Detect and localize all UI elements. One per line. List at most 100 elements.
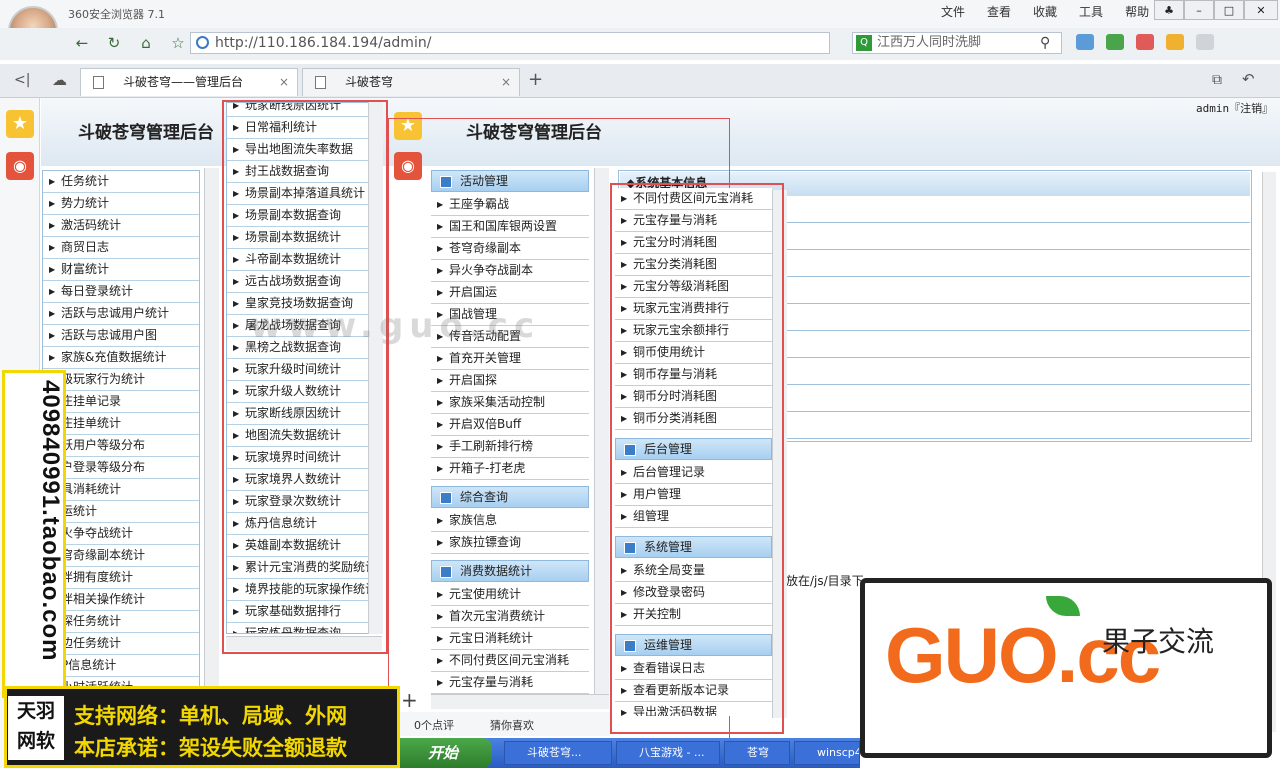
like-link[interactable]: 猜你喜欢: [490, 717, 534, 733]
menu-item[interactable]: 手工刷新排行榜: [431, 436, 589, 458]
menu-item[interactable]: 王座争霸战: [431, 194, 589, 216]
menu-item[interactable]: 跃用户等级分布: [43, 435, 199, 457]
menu-item[interactable]: 具消耗统计: [43, 479, 199, 501]
promo-line-2: 本店承诺：架设失败全额退款: [74, 736, 347, 760]
menu-item[interactable]: 家族采集活动控制: [431, 392, 589, 414]
shield-icon[interactable]: [1106, 34, 1124, 50]
promo-logo: 天羽网软: [8, 696, 64, 760]
home-icon[interactable]: ⌂: [134, 32, 158, 54]
menu-item[interactable]: 激活码统计: [43, 215, 199, 237]
menu-item[interactable]: 庄挂单记录: [43, 391, 199, 413]
undo-icon[interactable]: ↶: [1242, 70, 1255, 88]
tab-scroll-left-icon[interactable]: <|: [14, 72, 30, 88]
comments-count[interactable]: 0个点评: [414, 717, 454, 733]
taskbar-item[interactable]: winscp43...: [794, 741, 860, 765]
status-bar: 0个点评 猜你喜欢: [400, 712, 610, 736]
activity-menu-scrollbar[interactable]: [594, 168, 609, 694]
menu-item[interactable]: 首次元宝消费统计: [431, 606, 589, 628]
scissors-icon[interactable]: [1196, 34, 1214, 50]
admin-logout-link[interactable]: admin『注销』: [1196, 100, 1273, 116]
skin-icon[interactable]: ♣: [1154, 0, 1184, 20]
app-title: 360安全浏览器 7.1: [68, 8, 165, 21]
activity-menu: 活动管理王座争霸战国王和国库银两设置苍穹奇缘副本异火争夺战副本开启国运国战管理传…: [431, 170, 589, 694]
category-header[interactable]: 综合查询: [431, 486, 589, 508]
tab-label: 斗破苍穹——管理后台: [123, 75, 244, 89]
highlight-box-3: [610, 183, 784, 734]
menu-item[interactable]: 家族信息: [431, 510, 589, 532]
start-button[interactable]: 开始: [400, 738, 492, 768]
minimize-button[interactable]: –: [1184, 0, 1214, 20]
menu-item[interactable]: 户登录等级分布: [43, 457, 199, 479]
page-icon: [93, 76, 104, 89]
menu-item[interactable]: 伴拥有度统计: [43, 567, 199, 589]
menu-item[interactable]: 家族&充值数据统计: [43, 347, 199, 369]
weibo-icon[interactable]: ◉: [6, 152, 34, 180]
search-engine-icon[interactable]: Q: [856, 35, 872, 51]
tab-admin[interactable]: 斗破苍穹——管理后台 ×: [80, 68, 298, 96]
menu-item[interactable]: 每日登录统计: [43, 281, 199, 303]
close-icon[interactable]: ×: [501, 69, 511, 95]
nav-buttons: ← ↻ ⌂ ☆: [70, 32, 190, 54]
category-header[interactable]: 消费数据统计: [431, 560, 589, 582]
menu-item[interactable]: 首充开关管理: [431, 348, 589, 370]
menu-item[interactable]: 活跃与忠诚用户图: [43, 325, 199, 347]
menu-item[interactable]: 苍穹奇缘副本: [431, 238, 589, 260]
menu-item[interactable]: 火争夺战统计: [43, 523, 199, 545]
search-icon[interactable]: ⚲: [1040, 35, 1050, 51]
menu-item[interactable]: 家族拉镖查询: [431, 532, 589, 554]
search-input[interactable]: 江西万人同时洗脚: [852, 32, 1062, 54]
menu-item[interactable]: 开启国运: [431, 282, 589, 304]
menu-file[interactable]: 文件: [930, 3, 976, 20]
menu-view[interactable]: 查看: [976, 3, 1022, 20]
tab-label: 斗破苍穹: [345, 75, 394, 89]
new-tab-button[interactable]: +: [528, 69, 543, 90]
apps-icon[interactable]: [1076, 34, 1094, 50]
menu-item[interactable]: 势力统计: [43, 193, 199, 215]
restore-tabs-icon[interactable]: ⧉: [1212, 72, 1222, 88]
page-icon: [315, 76, 326, 89]
url-input[interactable]: http://110.186.184.194/admin/: [190, 32, 830, 54]
menu-item[interactable]: 级玩家行为统计: [43, 369, 199, 391]
translate-icon[interactable]: [1136, 34, 1154, 50]
tab-game[interactable]: 斗破苍穹 ×: [302, 68, 520, 96]
refresh-icon[interactable]: ↻: [102, 32, 126, 54]
menu-item[interactable]: 开箱子-打老虎: [431, 458, 589, 480]
menu-item[interactable]: 伴相关操作统计: [43, 589, 199, 611]
menu-item[interactable]: 元宝存量与消耗: [431, 672, 589, 694]
menu-item[interactable]: 不同付费区间元宝消耗: [431, 650, 589, 672]
favorites-star-icon[interactable]: ★: [6, 110, 34, 138]
activity-menu-hscrollbar[interactable]: [431, 694, 609, 709]
menu-item[interactable]: 开启国探: [431, 370, 589, 392]
menu-item[interactable]: 元宝日消耗统计: [431, 628, 589, 650]
menu-item[interactable]: 财富统计: [43, 259, 199, 281]
add-icon[interactable]: +: [401, 688, 418, 712]
cloud-icon[interactable]: ☁: [52, 71, 67, 89]
menu-item[interactable]: 庄挂单统计: [43, 413, 199, 435]
menu-item[interactable]: 边任务统计: [43, 633, 199, 655]
taskbar-item[interactable]: 斗破苍穹...: [504, 741, 612, 765]
back-icon[interactable]: ←: [70, 32, 94, 54]
menu-item[interactable]: 任务统计: [43, 171, 199, 193]
menu-item[interactable]: 国王和国库银两设置: [431, 216, 589, 238]
menu-item[interactable]: 探任务统计: [43, 611, 199, 633]
close-button[interactable]: ✕: [1244, 0, 1278, 20]
maximize-button[interactable]: □: [1214, 0, 1244, 20]
menu-item[interactable]: 穹奇缘副本统计: [43, 545, 199, 567]
menu-favorites[interactable]: 收藏: [1022, 3, 1068, 20]
close-icon[interactable]: ×: [279, 69, 289, 95]
tools-icon[interactable]: [1166, 34, 1184, 50]
menu-tools[interactable]: 工具: [1068, 3, 1114, 20]
menu-item[interactable]: 商贸日志: [43, 237, 199, 259]
star-icon[interactable]: ☆: [166, 32, 190, 54]
menu-item[interactable]: 异火争夺战副本: [431, 260, 589, 282]
menu-item[interactable]: 开启双倍Buff: [431, 414, 589, 436]
menu-item[interactable]: 活跃与忠诚用户统计: [43, 303, 199, 325]
menu-item[interactable]: 运统计: [43, 501, 199, 523]
taskbar-item[interactable]: 八宝游戏 - ...: [616, 741, 720, 765]
left-menu-scrollbar[interactable]: [204, 168, 219, 708]
taskbar-item[interactable]: 苍穹: [724, 741, 790, 765]
category-header[interactable]: 活动管理: [431, 170, 589, 192]
menu-item[interactable]: P信息统计: [43, 655, 199, 677]
menu-item[interactable]: 元宝使用统计: [431, 584, 589, 606]
note-text: 放在/js/目录下: [786, 574, 864, 588]
